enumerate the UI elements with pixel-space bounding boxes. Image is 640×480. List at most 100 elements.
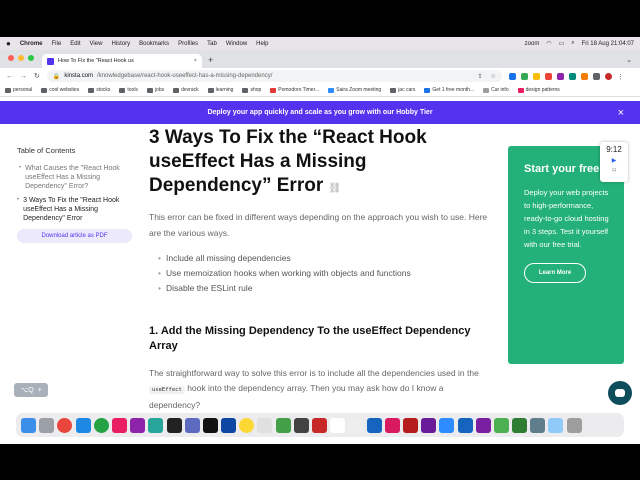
toc-item-label[interactable]: What Causes the "React Hook useEffect Ha…: [25, 164, 137, 191]
menu-edit[interactable]: Edit: [70, 41, 80, 47]
bookmark-jac-cars[interactable]: jac cars: [390, 87, 415, 93]
slack-icon[interactable]: [384, 417, 400, 433]
bookmark-cool-websites[interactable]: cool websites: [41, 87, 79, 93]
tab-search-chevron-icon[interactable]: ⌄: [626, 56, 632, 64]
promo-banner[interactable]: Deploy your app quickly and scale as you…: [0, 101, 640, 124]
menu-tab[interactable]: Tab: [207, 41, 217, 47]
more-menu-icon[interactable]: ⋮: [617, 73, 624, 81]
bookmark-star-icon[interactable]: ☆: [490, 73, 495, 80]
learn-more-button[interactable]: Learn More: [524, 263, 586, 283]
bookmark-stocks[interactable]: stocks: [88, 87, 110, 93]
messages-icon[interactable]: [493, 417, 509, 433]
toc-item[interactable]: • What Causes the "React Hook useEffect …: [17, 164, 137, 191]
menu-help[interactable]: Help: [256, 41, 268, 47]
tab-close-icon[interactable]: ×: [194, 58, 197, 64]
menu-bookmarks[interactable]: Bookmarks: [139, 41, 169, 47]
zoom-status[interactable]: zoom: [525, 41, 540, 47]
menu-view[interactable]: View: [90, 41, 103, 47]
bookmark-free-month[interactable]: Get 1 free month...: [424, 87, 474, 93]
bookmark-design-patterns[interactable]: design patterns: [517, 87, 560, 93]
menu-history[interactable]: History: [111, 41, 130, 47]
trello-icon[interactable]: [366, 417, 382, 433]
extension-icon[interactable]: [556, 72, 564, 80]
app-icon[interactable]: [348, 417, 364, 433]
toc-item-active[interactable]: • 3 Ways To Fix the "React Hook useEffec…: [17, 196, 137, 223]
anchor-link-icon[interactable]: ⛓: [329, 183, 342, 194]
terminal-icon[interactable]: [166, 417, 182, 433]
back-icon[interactable]: ←: [6, 73, 13, 80]
forward-icon[interactable]: →: [20, 73, 27, 80]
bookmark-devrack[interactable]: devrack: [173, 87, 199, 93]
lock-icon[interactable]: 🔒: [53, 73, 60, 80]
menu-window[interactable]: Window: [226, 41, 247, 47]
extension-icon[interactable]: [532, 72, 540, 80]
banner-text[interactable]: Deploy your app quickly and scale as you…: [207, 109, 432, 116]
bookmark-car-info[interactable]: Car info: [483, 87, 509, 93]
url-field[interactable]: 🔒 kinsta.com/knowledgebase/react-hook-us…: [46, 70, 502, 82]
bookmark-tools[interactable]: tools: [119, 87, 138, 93]
puzzle-icon[interactable]: [592, 72, 600, 80]
app-icon[interactable]: [130, 417, 146, 433]
trash-icon[interactable]: [566, 417, 582, 433]
app-icon[interactable]: [202, 417, 218, 433]
app-icon[interactable]: [111, 417, 127, 433]
menubar-app-name[interactable]: Chrome: [20, 41, 43, 47]
menubar-datetime[interactable]: Fri 18 Aug 21:04:07: [582, 41, 634, 47]
app-icon[interactable]: [93, 417, 109, 433]
extension-icon[interactable]: [568, 72, 576, 80]
downloads-icon[interactable]: [548, 417, 564, 433]
play-icon[interactable]: ▶: [600, 157, 628, 164]
minimize-window-icon[interactable]: [18, 55, 24, 61]
bookmark-icon[interactable]: ⌑: [600, 167, 628, 174]
app-icon[interactable]: [312, 417, 327, 433]
app-icon[interactable]: [184, 417, 200, 433]
calendar-icon[interactable]: [257, 417, 273, 433]
app-icon[interactable]: [148, 417, 164, 433]
new-tab-button[interactable]: +: [208, 55, 213, 65]
extension-icon[interactable]: [544, 72, 552, 80]
battery-icon[interactable]: ▭: [559, 40, 565, 47]
share-icon[interactable]: ⇪: [477, 73, 482, 80]
maximize-window-icon[interactable]: [28, 55, 34, 61]
profile-avatar-icon[interactable]: [604, 72, 612, 80]
app-icon[interactable]: [421, 417, 437, 433]
extension-icon[interactable]: [508, 72, 516, 80]
menu-profiles[interactable]: Profiles: [178, 41, 198, 47]
browser-tab-active[interactable]: How To Fix the "React Hook us ×: [42, 54, 202, 68]
app-icon[interactable]: [275, 417, 291, 433]
extension-icon[interactable]: [520, 72, 528, 80]
chat-launcher-button[interactable]: [608, 381, 632, 405]
app-icon[interactable]: [530, 417, 546, 433]
bookmark-pomodoro[interactable]: Pomodoro Timer...: [270, 87, 319, 93]
app-icon[interactable]: [239, 417, 255, 433]
notes-icon[interactable]: [330, 417, 346, 433]
app-icon[interactable]: [512, 417, 528, 433]
zoom-icon[interactable]: [439, 417, 455, 433]
launchpad-icon[interactable]: [39, 417, 55, 433]
vscode-icon[interactable]: [75, 417, 91, 433]
app-icon[interactable]: [475, 417, 491, 433]
finder-icon[interactable]: [21, 417, 36, 433]
app-icon[interactable]: [221, 417, 237, 433]
toc-item-label[interactable]: 3 Ways To Fix the "React Hook useEffect …: [23, 196, 137, 223]
bookmark-personal[interactable]: personal: [5, 87, 32, 93]
chrome-icon[interactable]: [57, 417, 73, 433]
close-window-icon[interactable]: [8, 55, 14, 61]
bookmark-learning[interactable]: learning: [207, 87, 233, 93]
wifi-icon[interactable]: ◠: [546, 40, 551, 47]
app-icon[interactable]: [293, 417, 309, 433]
bookmark-shop[interactable]: shop: [242, 87, 261, 93]
timer-widget[interactable]: 9:12 ▶ ⌑: [600, 142, 628, 182]
link-icon: [424, 87, 431, 93]
bookmark-zoom-meeting[interactable]: Saira Zoom meeting: [328, 87, 381, 93]
menu-file[interactable]: File: [52, 41, 62, 47]
word-icon[interactable]: [457, 417, 473, 433]
bookmark-jobs[interactable]: jobs: [146, 87, 164, 93]
apple-icon[interactable]: ●: [6, 39, 11, 48]
extension-icon[interactable]: [580, 72, 588, 80]
download-pdf-button[interactable]: Download article as PDF: [17, 229, 132, 243]
reload-icon[interactable]: ↻: [34, 72, 40, 80]
banner-close-icon[interactable]: ×: [618, 107, 624, 119]
app-icon[interactable]: [402, 417, 418, 433]
search-icon[interactable]: ⌕: [571, 40, 574, 47]
